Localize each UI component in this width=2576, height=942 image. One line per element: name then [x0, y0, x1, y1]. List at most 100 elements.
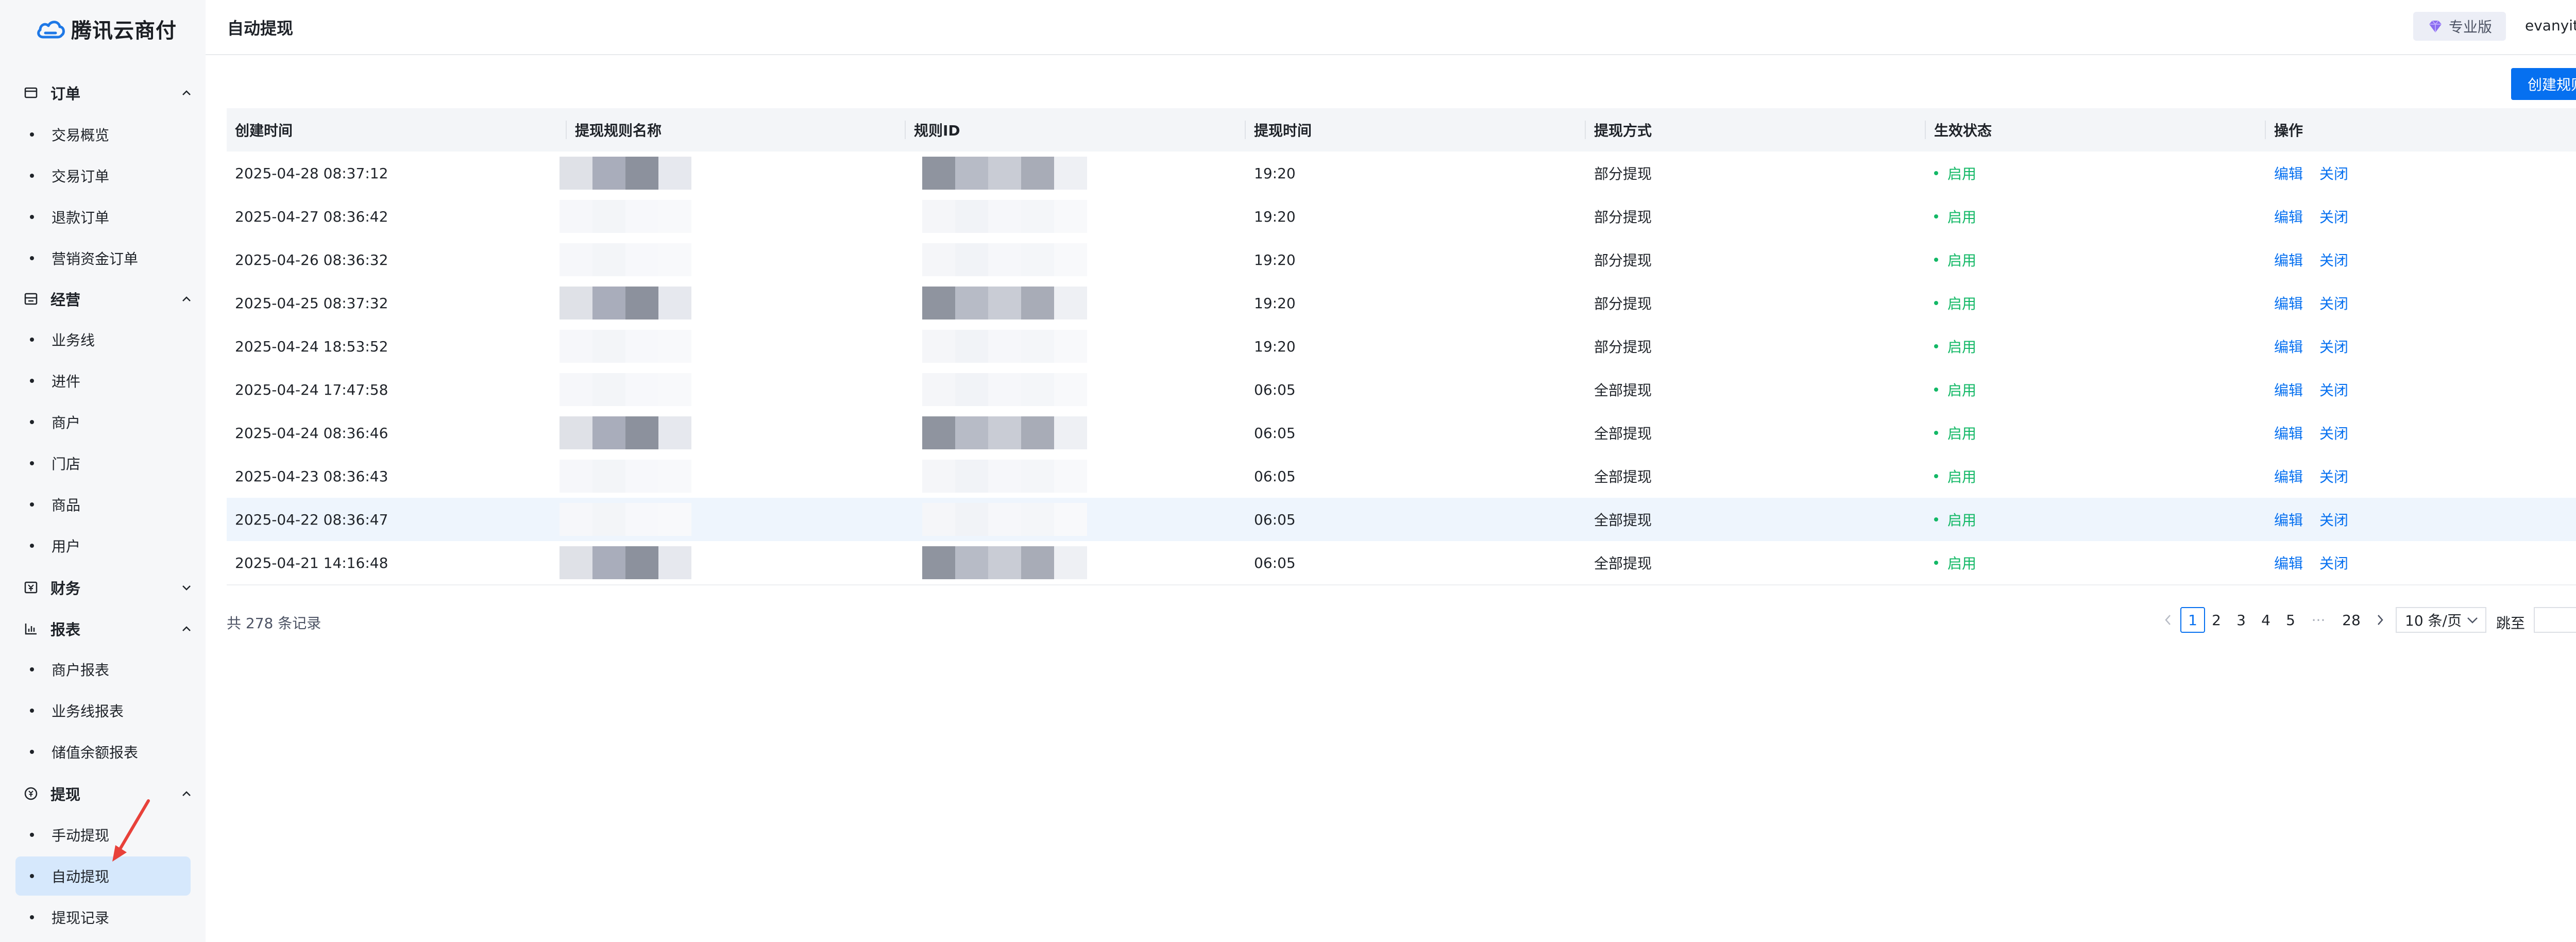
- column-divider: [1245, 121, 1246, 139]
- close-link[interactable]: 关闭: [2319, 466, 2348, 486]
- table-row[interactable]: 2025-04-28 08:37:12 19:20 部分提现 启用 编辑 关闭: [227, 152, 2576, 196]
- sidebar-item-label: 提现记录: [52, 910, 110, 927]
- sidebar-item-marketing-orders[interactable]: 营销资金订单: [15, 239, 191, 278]
- redacted-rule-name: [560, 152, 691, 195]
- bullet-dot: [30, 544, 34, 548]
- sidebar-item-label: 进件: [52, 373, 81, 390]
- edit-link[interactable]: 编辑: [2274, 336, 2303, 357]
- sidebar-item-onboarding[interactable]: 进件: [15, 361, 191, 400]
- table-row[interactable]: 2025-04-23 08:36:43 06:05 全部提现 启用 编辑 关闭: [227, 455, 2576, 499]
- table-row[interactable]: 2025-04-24 18:53:52 19:20 部分提现 启用 编辑 关闭: [227, 325, 2576, 369]
- table-row[interactable]: 2025-04-25 08:37:32 19:20 部分提现 启用 编辑 关闭: [227, 281, 2576, 326]
- sidebar-item-goods[interactable]: 商品: [15, 485, 191, 524]
- nav-group-label: 报表: [50, 621, 81, 638]
- brand-logo[interactable]: 腾讯云商付: [35, 13, 177, 44]
- column-header-withdraw-time: 提现时间: [1254, 122, 1312, 139]
- table-row[interactable]: 2025-04-27 08:36:42 19:20 部分提现 启用 编辑 关闭: [227, 195, 2576, 239]
- page-button-1[interactable]: 1: [2180, 607, 2205, 633]
- sidebar-item-trade-orders[interactable]: 交易订单: [15, 156, 191, 195]
- cell-status: 启用: [1934, 411, 1976, 455]
- prev-page-icon[interactable]: [2157, 607, 2179, 633]
- page-button-5[interactable]: 5: [2279, 607, 2302, 633]
- sidebar-item-label: 自动提现: [52, 868, 110, 885]
- table-row[interactable]: 2025-04-24 17:47:58 06:05 全部提现 启用 编辑 关闭: [227, 368, 2576, 412]
- close-link[interactable]: 关闭: [2319, 552, 2348, 573]
- cell-status: 启用: [1934, 455, 1976, 498]
- cell-created: 2025-04-24 17:47:58: [235, 381, 388, 398]
- close-link[interactable]: 关闭: [2319, 379, 2348, 400]
- sidebar-item-label: 手动提现: [52, 827, 110, 844]
- next-page-icon[interactable]: [2369, 607, 2392, 633]
- edit-link[interactable]: 编辑: [2274, 466, 2303, 486]
- cell-withdraw-method: 全部提现: [1594, 382, 1652, 399]
- sidebar-item-merchant-report[interactable]: 商户报表: [15, 650, 191, 689]
- sidebar-item-label: 交易订单: [52, 168, 110, 185]
- close-link[interactable]: 关闭: [2319, 509, 2348, 530]
- table-row[interactable]: 2025-04-24 08:36:46 06:05 全部提现 启用 编辑 关闭: [227, 411, 2576, 456]
- redacted-rule-id: [922, 238, 1087, 281]
- column-header-status: 生效状态: [1934, 122, 1992, 139]
- edit-link[interactable]: 编辑: [2274, 423, 2303, 443]
- edit-link[interactable]: 编辑: [2274, 509, 2303, 530]
- sidebar-item-store[interactable]: 门店: [15, 444, 191, 483]
- close-link[interactable]: 关闭: [2319, 206, 2348, 227]
- nav-group-withdraw[interactable]: 提现: [23, 778, 193, 809]
- sidebar-item-user[interactable]: 用户: [15, 526, 191, 565]
- sidebar-item-label: 门店: [52, 456, 81, 473]
- page-ellipsis[interactable]: ···: [2307, 607, 2330, 633]
- status-dot: [1934, 344, 1938, 348]
- edit-link[interactable]: 编辑: [2274, 379, 2303, 400]
- cell-created: 2025-04-21 14:16:48: [235, 554, 388, 571]
- column-header-rule-name: 提现规则名称: [575, 122, 662, 139]
- close-link[interactable]: 关闭: [2319, 249, 2348, 270]
- edit-link[interactable]: 编辑: [2274, 293, 2303, 313]
- status-label: 启用: [1947, 382, 1977, 399]
- jump-page-input[interactable]: [2534, 607, 2576, 633]
- cell-created: 2025-04-23 08:36:43: [235, 467, 388, 485]
- table-row[interactable]: 2025-04-26 08:36:32 19:20 部分提现 启用 编辑 关闭: [227, 238, 2576, 282]
- sidebar-item-business-line[interactable]: 业务线: [15, 320, 191, 359]
- nav-group-orders[interactable]: 订单: [23, 77, 193, 108]
- sidebar-item-business-line-report[interactable]: 业务线报表: [15, 691, 191, 730]
- close-link[interactable]: 关闭: [2319, 336, 2348, 357]
- create-rule-button[interactable]: 创建规则: [2511, 68, 2576, 100]
- close-link[interactable]: 关闭: [2319, 423, 2348, 443]
- close-link[interactable]: 关闭: [2319, 293, 2348, 313]
- total-records: 共 278 条记录: [227, 615, 321, 632]
- edit-link[interactable]: 编辑: [2274, 552, 2303, 573]
- nav-group-business[interactable]: 经营: [23, 283, 193, 314]
- sidebar-item-manual-withdraw[interactable]: 手动提现: [15, 815, 191, 854]
- sidebar-item-merchant[interactable]: 商户: [15, 402, 191, 442]
- table-row[interactable]: 2025-04-22 08:36:47 06:05 全部提现 启用 编辑 关闭: [227, 498, 2576, 542]
- close-link[interactable]: 关闭: [2319, 163, 2348, 183]
- column-divider: [1925, 121, 1926, 139]
- table-row[interactable]: 2025-04-21 14:16:48 06:05 全部提现 启用 编辑 关闭: [227, 541, 2576, 585]
- sidebar-item-label: 营销资金订单: [52, 250, 139, 267]
- edition-label: 专业版: [2448, 19, 2492, 36]
- page-button-28[interactable]: 28: [2340, 607, 2363, 633]
- nav-group-finance[interactable]: 财务: [23, 572, 193, 603]
- sidebar-item-balance-report[interactable]: 储值余额报表: [15, 732, 191, 771]
- sidebar-item-refund-orders[interactable]: 退款订单: [15, 197, 191, 237]
- edit-link[interactable]: 编辑: [2274, 206, 2303, 227]
- bullet-dot: [30, 915, 34, 919]
- edit-link[interactable]: 编辑: [2274, 249, 2303, 270]
- page-button-3[interactable]: 3: [2230, 607, 2252, 633]
- sidebar-item-trade-overview[interactable]: 交易概览: [15, 115, 191, 154]
- username: evanyitang: [2525, 17, 2576, 34]
- nav-group-reports[interactable]: 报表: [23, 613, 193, 644]
- cell-status: 启用: [1934, 541, 1976, 584]
- sidebar-item-withdraw-records[interactable]: 提现记录: [15, 898, 191, 937]
- sidebar-item-auto-withdraw[interactable]: 自动提现: [15, 856, 191, 896]
- status-dot: [1934, 561, 1938, 565]
- edition-badge[interactable]: 专业版: [2413, 12, 2506, 41]
- user-menu[interactable]: evanyitang: [2525, 17, 2576, 34]
- page-button-2[interactable]: 2: [2205, 607, 2228, 633]
- page-button-4[interactable]: 4: [2255, 607, 2277, 633]
- edit-link[interactable]: 编辑: [2274, 163, 2303, 183]
- redacted-rule-name: [560, 368, 691, 411]
- cell-created: 2025-04-25 08:37:32: [235, 294, 388, 312]
- cell-created: 2025-04-22 08:36:47: [235, 511, 388, 528]
- page-size-select[interactable]: 10 条/页: [2396, 607, 2486, 633]
- cell-created: 2025-04-28 08:37:12: [235, 164, 388, 182]
